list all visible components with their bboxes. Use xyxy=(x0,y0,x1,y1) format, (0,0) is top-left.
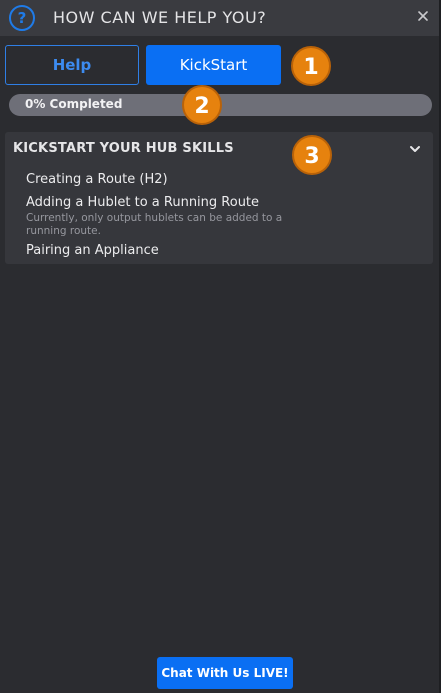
list-item-adding-hublet[interactable]: Adding a Hublet to a Running Route xyxy=(26,195,259,210)
kickstart-section: KICKSTART YOUR HUB SKILLS Creating a Rou… xyxy=(5,132,433,264)
close-icon[interactable] xyxy=(416,9,430,23)
help-tab-button[interactable]: Help xyxy=(5,45,139,85)
chat-live-button[interactable]: Chat With Us LIVE! xyxy=(157,657,293,689)
item-description: Currently, only output hublets can be ad… xyxy=(26,212,283,237)
chevron-down-icon[interactable] xyxy=(409,144,421,154)
list-item-pairing-appliance[interactable]: Pairing an Appliance xyxy=(26,243,159,258)
panel-title: HOW CAN WE HELP YOU? xyxy=(53,8,267,27)
callout-marker-2: 2 xyxy=(182,85,222,125)
help-icon: ? xyxy=(9,5,35,31)
callout-marker-3: 3 xyxy=(292,135,332,175)
kickstart-tab-button[interactable]: KickStart xyxy=(146,45,281,85)
title-bar: ? HOW CAN WE HELP YOU? xyxy=(0,0,439,36)
list-item-creating-route[interactable]: Creating a Route (H2) xyxy=(26,172,168,187)
section-title[interactable]: KICKSTART YOUR HUB SKILLS xyxy=(13,141,234,156)
progress-label: 0% Completed xyxy=(25,97,123,111)
callout-marker-1: 1 xyxy=(291,46,331,86)
help-panel: ? HOW CAN WE HELP YOU? Help KickStart 1 … xyxy=(0,0,441,693)
